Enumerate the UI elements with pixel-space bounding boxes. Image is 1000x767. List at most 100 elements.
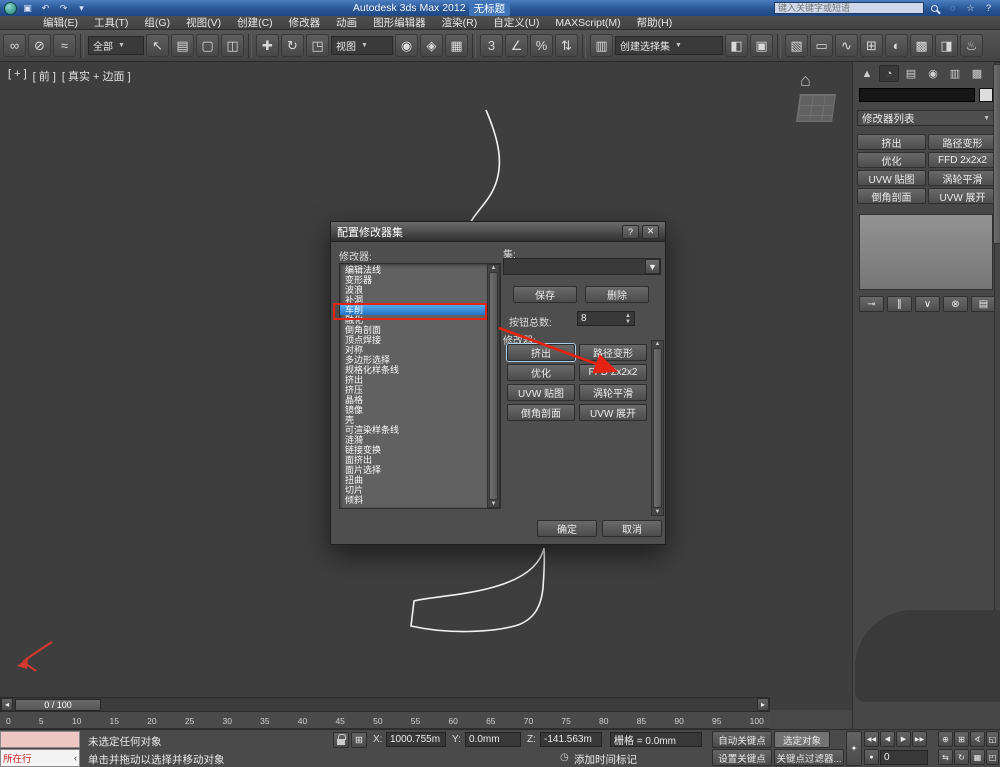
search-icon[interactable] <box>927 2 942 15</box>
list-item[interactable]: 挤压 <box>340 385 487 395</box>
unlink-selection-icon[interactable]: ⊘ <box>28 34 51 57</box>
list-item[interactable]: 晶格 <box>340 395 487 405</box>
angle-snap-icon[interactable]: ∠ <box>505 34 528 57</box>
add-time-tag[interactable]: 添加时间标记 <box>574 752 637 767</box>
select-and-rotate-icon[interactable]: ↻ <box>281 34 304 57</box>
sets-dropdown[interactable]: ▼ <box>503 258 661 275</box>
list-item[interactable]: 倾斜 <box>340 495 487 505</box>
scroll-down-icon[interactable]: ▼ <box>655 509 661 515</box>
zoom-all-icon[interactable]: ⊞ <box>954 731 969 747</box>
grid-btn-bevel-profile[interactable]: 倒角剖面 <box>507 404 575 421</box>
pin-stack-icon[interactable]: ⊸ <box>859 296 884 312</box>
maxscript-mini-listener-macro[interactable] <box>0 731 80 748</box>
object-color-swatch[interactable] <box>979 88 993 102</box>
panel-btn-extrude[interactable]: 挤出 <box>857 134 926 150</box>
list-item[interactable]: 切片 <box>340 485 487 495</box>
render-setup-icon[interactable]: ▩ <box>910 34 933 57</box>
tab-modify-icon[interactable]: ◔ <box>879 65 899 82</box>
scroll-up-icon[interactable]: ▲ <box>655 341 661 347</box>
graphite-modeling-tools-icon[interactable]: ▭ <box>810 34 833 57</box>
menu-modifiers[interactable]: 修改器 <box>282 14 328 31</box>
select-and-manipulate-icon[interactable]: ◈ <box>420 34 443 57</box>
modifier-stack-list[interactable] <box>859 214 993 290</box>
play-animation-icon[interactable]: ▶ <box>896 731 911 747</box>
selection-filter-dropdown[interactable]: 全部▼ <box>88 36 144 55</box>
dialog-close-button[interactable]: ✕ <box>642 225 659 239</box>
list-item[interactable]: 顶点焊接 <box>340 335 487 345</box>
menu-views[interactable]: 视图(V) <box>179 14 228 31</box>
scrollbar-thumb[interactable] <box>653 348 662 508</box>
maximize-viewport-toggle-icon[interactable]: ◰ <box>986 749 999 765</box>
list-scrollbar[interactable]: ▲▼ <box>487 264 500 508</box>
select-and-link-icon[interactable]: ∞ <box>3 34 26 57</box>
list-item[interactable]: 扭曲 <box>340 475 487 485</box>
panel-btn-unwrap-uvw[interactable]: UVW 展开 <box>928 188 997 204</box>
key-mode-toggle-icon[interactable]: ● <box>864 749 879 765</box>
go-to-start-icon[interactable]: ◀◀ <box>864 731 879 747</box>
show-end-result-icon[interactable]: ∥ <box>887 296 912 312</box>
chevron-down-icon[interactable]: ▼ <box>645 259 660 274</box>
panel-btn-turbosmooth[interactable]: 涡轮平滑 <box>928 170 997 186</box>
redo-icon[interactable]: ↷ <box>56 2 71 15</box>
cancel-button[interactable]: 取消 <box>602 520 662 537</box>
menu-create[interactable]: 创建(C) <box>230 14 280 31</box>
list-item[interactable]: 涟漪 <box>340 435 487 445</box>
grid-btn-turbosmooth[interactable]: 涡轮平滑 <box>579 384 647 401</box>
panel-btn-bevel-profile[interactable]: 倒角剖面 <box>857 188 926 204</box>
panel-scrollbar[interactable] <box>994 62 1000 702</box>
pan-icon[interactable]: ⇆ <box>938 749 953 765</box>
x-coordinate-field[interactable]: 1000.755m <box>386 732 446 747</box>
panel-btn-ffd-2x2x2[interactable]: FFD 2x2x2 <box>928 152 997 168</box>
viewcube-face[interactable] <box>796 94 836 122</box>
menu-rendering[interactable]: 渲染(R) <box>435 14 485 31</box>
spinner-arrows-icon[interactable]: ▲▼ <box>625 313 631 325</box>
list-item[interactable]: 波浪 <box>340 285 487 295</box>
select-by-name-icon[interactable]: ▤ <box>171 34 194 57</box>
list-item[interactable]: 面挤出 <box>340 455 487 465</box>
menu-group[interactable]: 组(G) <box>137 14 177 31</box>
tab-hierarchy-icon[interactable]: ▤ <box>901 65 921 82</box>
save-button[interactable]: 保存 <box>513 286 577 303</box>
track-left-arrow-icon[interactable]: ◂ <box>1 698 13 711</box>
panel-btn-uvw-map[interactable]: UVW 贴图 <box>857 170 926 186</box>
current-frame-field[interactable]: 0 <box>880 750 928 765</box>
list-item[interactable]: 规格化样条线 <box>340 365 487 375</box>
list-item[interactable]: 补洞 <box>340 295 487 305</box>
scroll-up-icon[interactable]: ▲ <box>491 265 497 271</box>
rectangular-selection-region-icon[interactable]: ▢ <box>196 34 219 57</box>
named-selection-sets-dropdown[interactable]: 创建选择集▼ <box>615 36 723 55</box>
search-input[interactable] <box>774 2 924 14</box>
list-item[interactable]: 镜像 <box>340 405 487 415</box>
help-icon[interactable]: ? <box>981 2 996 15</box>
viewcube[interactable]: ⌂ <box>790 70 844 128</box>
reference-coordinate-system-dropdown[interactable]: 视图▼ <box>331 36 393 55</box>
panel-btn-path-deform[interactable]: 路径变形 <box>928 134 997 150</box>
grid-btn-optimize[interactable]: 优化 <box>507 364 575 381</box>
snap-toggle-3d-icon[interactable]: 3 <box>480 34 503 57</box>
set-key-button[interactable]: 设置关键点 <box>712 749 772 766</box>
scrollbar-thumb[interactable] <box>993 64 1000 244</box>
zoom-region-icon[interactable]: ◱ <box>986 731 999 747</box>
list-item[interactable]: 倒角剖面 <box>340 325 487 335</box>
use-pivot-center-icon[interactable]: ◉ <box>395 34 418 57</box>
list-item[interactable]: 变形器 <box>340 275 487 285</box>
layer-manager-icon[interactable]: ▧ <box>785 34 808 57</box>
tab-utilities-icon[interactable]: ▩ <box>967 65 987 82</box>
bind-to-space-warp-icon[interactable]: ≈ <box>53 34 76 57</box>
list-item[interactable]: 可渲染样条线 <box>340 425 487 435</box>
tab-display-icon[interactable]: ▥ <box>945 65 965 82</box>
list-item[interactable]: 编辑法线 <box>340 265 487 275</box>
menu-graph-editors[interactable]: 图形编辑器 <box>366 14 433 31</box>
schematic-view-icon[interactable]: ⊞ <box>860 34 883 57</box>
align-icon[interactable]: ▣ <box>750 34 773 57</box>
list-item-selected[interactable]: 车削 <box>340 305 487 315</box>
maxscript-mini-listener-line[interactable]: 所在行 ‹ <box>0 749 80 767</box>
object-name-field[interactable] <box>859 88 975 102</box>
menu-maxscript[interactable]: MAXScript(M) <box>548 16 627 30</box>
tab-create-icon[interactable]: ▲ <box>857 65 877 82</box>
absolute-offset-toggle[interactable]: ⊞ <box>351 732 367 748</box>
list-item[interactable]: 融化 <box>340 315 487 325</box>
grid-btn-uvw-map[interactable]: UVW 贴图 <box>507 384 575 401</box>
selection-lock-toggle[interactable] <box>333 732 349 748</box>
list-item[interactable]: 多边形选择 <box>340 355 487 365</box>
